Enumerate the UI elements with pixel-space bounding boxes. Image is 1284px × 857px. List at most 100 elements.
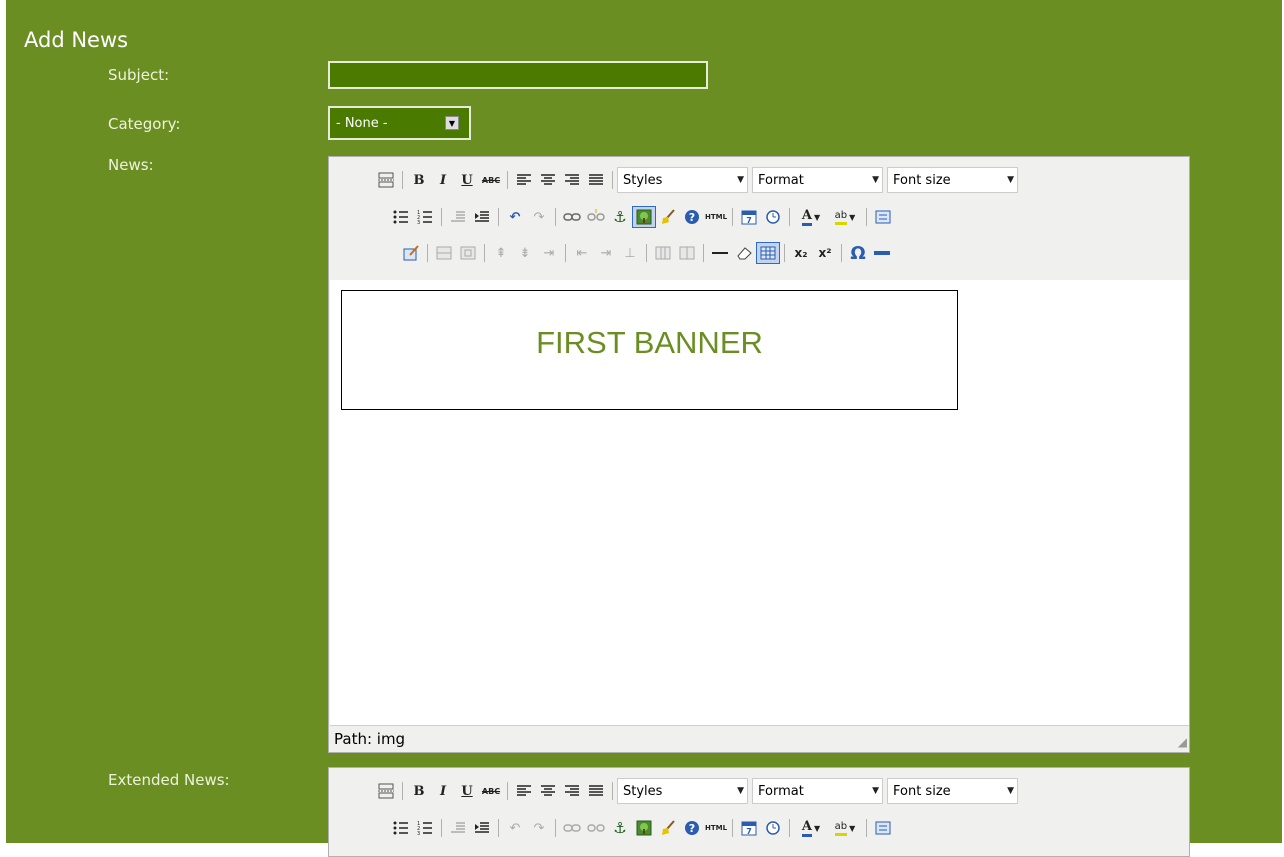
cleanup-brush-icon[interactable] xyxy=(656,206,680,228)
page-break-icon[interactable] xyxy=(374,780,398,802)
table-row-props-icon[interactable] xyxy=(432,242,456,264)
align-center-icon[interactable] xyxy=(536,169,560,191)
highlight-color-icon[interactable]: ab ▼ xyxy=(828,206,862,228)
align-right-icon[interactable] xyxy=(560,780,584,802)
insert-col-after-icon[interactable]: ⇥ xyxy=(594,242,618,264)
align-justify-icon[interactable] xyxy=(584,780,608,802)
align-center-icon[interactable] xyxy=(536,780,560,802)
underline-icon[interactable]: U xyxy=(455,169,479,191)
subscript-icon[interactable]: x₂ xyxy=(789,242,813,264)
page-title: Add News xyxy=(24,28,129,52)
help-icon[interactable]: ? xyxy=(680,817,704,839)
special-char-icon[interactable]: Ω xyxy=(846,242,870,264)
strikethrough-icon[interactable]: ABC xyxy=(479,780,503,802)
format-dropdown[interactable]: Format ▼ xyxy=(752,778,883,804)
insert-date-icon[interactable]: 7 xyxy=(737,206,761,228)
insert-row-before-icon[interactable]: ⇞ xyxy=(489,242,513,264)
insert-row-after-icon[interactable]: ⇟ xyxy=(513,242,537,264)
indent-icon[interactable] xyxy=(470,817,494,839)
visual-aid-icon[interactable] xyxy=(756,242,780,264)
toolbar-separator xyxy=(732,819,733,837)
eraser-icon[interactable] xyxy=(732,242,756,264)
html-source-icon[interactable]: HTML xyxy=(704,817,728,839)
outdent-icon[interactable] xyxy=(446,206,470,228)
bullet-list-icon[interactable] xyxy=(389,206,413,228)
toolbar-row-2: 123 ↶ ↷ ⚓ ? HTML 7 A ▼ ab ▼ xyxy=(389,206,895,228)
outdent-icon[interactable] xyxy=(446,817,470,839)
bold-icon[interactable]: B xyxy=(407,780,431,802)
numbered-list-icon[interactable]: 123 xyxy=(413,206,437,228)
html-source-icon[interactable]: HTML xyxy=(704,206,728,228)
anchor-icon[interactable]: ⚓ xyxy=(608,817,632,839)
category-select[interactable]: - None - ▼ xyxy=(328,106,471,140)
horizontal-rule-icon[interactable] xyxy=(708,242,732,264)
chevron-down-icon: ▼ xyxy=(737,786,744,796)
underline-icon[interactable]: U xyxy=(455,780,479,802)
toolbar-separator xyxy=(498,819,499,837)
font-size-dropdown[interactable]: Font size ▼ xyxy=(887,167,1018,193)
split-cells-icon[interactable] xyxy=(651,242,675,264)
italic-icon[interactable]: I xyxy=(431,780,455,802)
text-color-icon[interactable]: A ▼ xyxy=(794,206,828,228)
help-icon[interactable]: ? xyxy=(680,206,704,228)
align-right-icon[interactable] xyxy=(560,169,584,191)
toolbar-separator xyxy=(441,819,442,837)
banner-text: FIRST BANNER xyxy=(536,324,763,360)
fullscreen-icon[interactable] xyxy=(871,817,895,839)
align-left-icon[interactable] xyxy=(512,780,536,802)
superscript-icon[interactable]: x² xyxy=(813,242,837,264)
highlight-color-icon[interactable]: ab ▼ xyxy=(828,817,862,839)
bold-icon[interactable]: B xyxy=(407,169,431,191)
anchor-icon[interactable]: ⚓ xyxy=(608,206,632,228)
delete-row-icon[interactable]: ⇥ xyxy=(537,242,561,264)
insert-hr-icon[interactable] xyxy=(870,242,894,264)
toolbar-separator xyxy=(784,244,785,262)
toolbar-separator xyxy=(484,244,485,262)
subject-label: Subject: xyxy=(108,66,170,84)
image-icon[interactable] xyxy=(632,817,656,839)
link-icon[interactable] xyxy=(560,817,584,839)
merge-cells-icon[interactable] xyxy=(675,242,699,264)
bullet-list-icon[interactable] xyxy=(389,817,413,839)
unlink-icon[interactable] xyxy=(584,206,608,228)
delete-col-icon[interactable]: ⊥ xyxy=(618,242,642,264)
news-content-area[interactable]: FIRST BANNER xyxy=(330,280,1189,726)
page-break-icon[interactable] xyxy=(374,169,398,191)
fullscreen-icon[interactable] xyxy=(871,206,895,228)
styles-dropdown[interactable]: Styles ▼ xyxy=(617,167,748,193)
insert-col-before-icon[interactable]: ⇤ xyxy=(570,242,594,264)
indent-icon[interactable] xyxy=(470,206,494,228)
strikethrough-icon[interactable]: ABC xyxy=(479,169,503,191)
font-size-dropdown[interactable]: Font size ▼ xyxy=(887,778,1018,804)
resize-grip-icon[interactable]: ◢ xyxy=(1173,735,1187,749)
format-dropdown[interactable]: Format ▼ xyxy=(752,167,883,193)
redo-icon[interactable]: ↷ xyxy=(527,817,551,839)
chevron-down-icon[interactable]: ▼ xyxy=(445,116,459,130)
unlink-icon[interactable] xyxy=(584,817,608,839)
first-banner-image[interactable]: FIRST BANNER xyxy=(341,290,958,410)
toolbar-separator xyxy=(866,819,867,837)
link-icon[interactable] xyxy=(560,206,584,228)
insert-time-icon[interactable] xyxy=(761,817,785,839)
text-color-icon[interactable]: A ▼ xyxy=(794,817,828,839)
news-label: News: xyxy=(108,156,154,174)
cleanup-brush-icon[interactable] xyxy=(656,817,680,839)
insert-date-icon[interactable]: 7 xyxy=(737,817,761,839)
insert-time-icon[interactable] xyxy=(761,206,785,228)
undo-icon[interactable]: ↶ xyxy=(503,206,527,228)
redo-icon[interactable]: ↷ xyxy=(527,206,551,228)
styles-dropdown-label: Styles xyxy=(623,783,663,799)
element-path: Path: img xyxy=(334,730,406,748)
edit-table-icon[interactable] xyxy=(399,242,423,264)
italic-icon[interactable]: I xyxy=(431,169,455,191)
image-icon[interactable] xyxy=(632,206,656,228)
styles-dropdown[interactable]: Styles ▼ xyxy=(617,778,748,804)
align-left-icon[interactable] xyxy=(512,169,536,191)
table-cell-props-icon[interactable] xyxy=(456,242,480,264)
chevron-down-icon: ▼ xyxy=(737,175,744,185)
numbered-list-icon[interactable]: 123 xyxy=(413,817,437,839)
toolbar-separator xyxy=(402,171,403,189)
subject-input[interactable] xyxy=(328,61,708,89)
align-justify-icon[interactable] xyxy=(584,169,608,191)
undo-icon[interactable]: ↶ xyxy=(503,817,527,839)
